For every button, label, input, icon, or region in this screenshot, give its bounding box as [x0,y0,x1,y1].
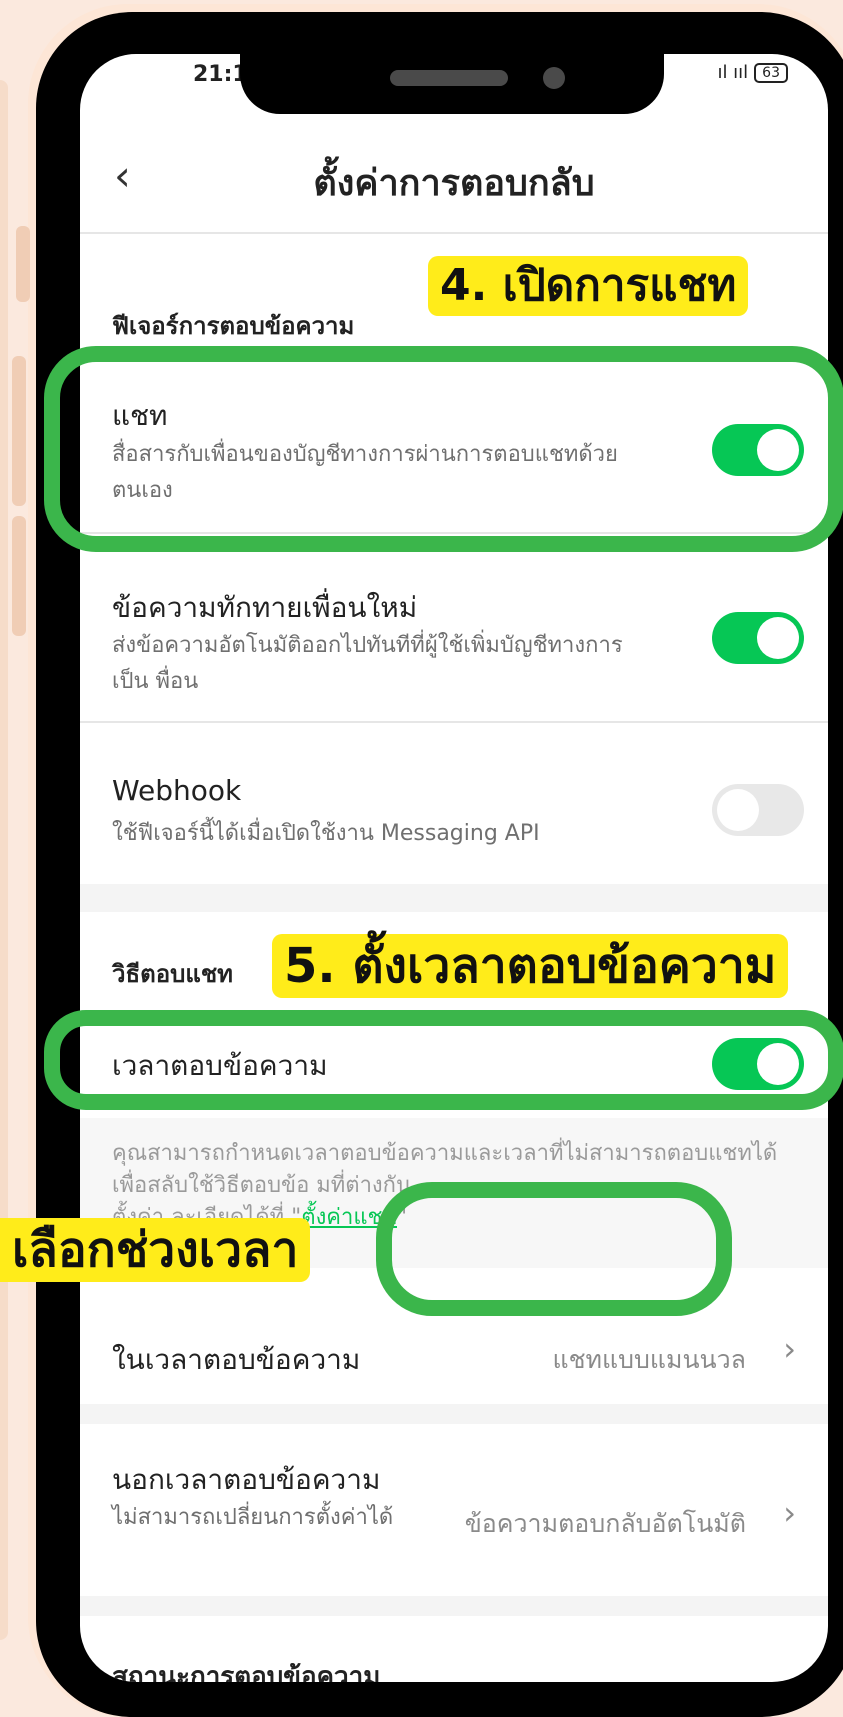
out-hours-description: ไม่สามารถเปลี่ยนการตั้งค่าได้ [112,1505,394,1530]
section-gap [80,1404,828,1424]
greeting-message-title: ข้อความทักทายเพื่อนใหม่ [112,591,418,624]
webhook-description: ใช้ฟีเจอร์นี้ได้เมื่อเปิดใช้งาน Messagin… [112,821,540,846]
chat-highlight-ring [44,346,843,552]
page-title: ตั้งค่าการตอบกลับ [313,163,595,204]
section-gap [80,1596,828,1616]
section-label-reply-status: สถานะการตอบข้อความ [112,1662,381,1682]
greeting-message-toggle[interactable] [712,612,804,664]
phone-side-button [12,516,26,636]
out-hours-title: นอกเวลาตอบข้อความ [112,1463,381,1496]
in-hours-title: ในเวลาตอบข้อความ [112,1343,361,1376]
step5-callout: 5. ตั้งเวลาตอบข้อความ [272,934,789,998]
response-hours-highlight-ring [44,1010,843,1110]
select-time-callout: เลือกช่วงเวลา [0,1218,311,1282]
section-gap [80,884,828,912]
toggle-knob [757,617,799,659]
section-label-features: ฟีเจอร์การตอบข้อความ [112,312,355,340]
toggle-knob [717,789,759,831]
section-label-reply-method: วิธีตอบแชท [112,960,233,988]
greeting-message-description: ส่งข้อความอัตโนมัติออกไปทันทีที่ผู้ใช้เพ… [112,633,623,694]
chevron-right-icon[interactable]: › [783,1494,796,1532]
out-hours-value: ข้อความตอบกลับอัตโนมัติ [464,1509,746,1538]
header-divider [80,232,828,234]
camera-icon [543,67,565,89]
chat-settings-highlight-ring [376,1182,732,1316]
divider [80,721,828,723]
phone-side-button [16,226,30,302]
phone-side-button [12,356,26,506]
in-hours-value: แชทแบบแมนนวล [552,1345,746,1374]
webhook-title: Webhook [112,774,242,807]
webhook-toggle[interactable] [712,784,804,836]
signal-icon: ıl ııl [717,62,749,83]
step4-callout: 4. เปิดการแชท [428,256,749,316]
background-panel [0,80,8,1640]
speaker-grille [390,70,508,86]
status-indicators: ıl ııl 63 [717,62,788,83]
battery-icon: 63 [754,62,788,83]
chevron-right-icon[interactable]: › [783,1330,796,1368]
